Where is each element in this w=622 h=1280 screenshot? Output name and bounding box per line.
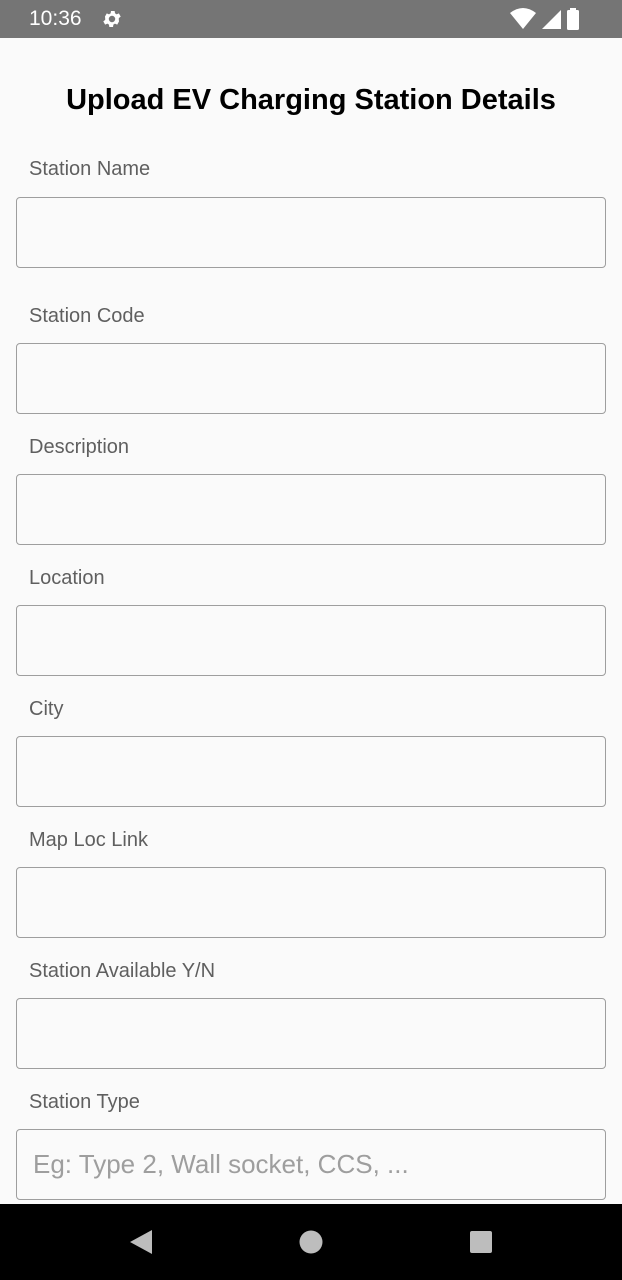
map-loc-link-input[interactable] xyxy=(16,867,606,938)
station-available-input[interactable] xyxy=(16,998,606,1069)
recents-button[interactable] xyxy=(441,1204,521,1280)
station-name-input[interactable] xyxy=(16,197,606,268)
station-code-label: Station Code xyxy=(29,305,145,327)
station-type-input[interactable] xyxy=(16,1129,606,1200)
city-label: City xyxy=(29,698,64,720)
station-available-label: Station Available Y/N xyxy=(29,960,216,982)
navigation-bar xyxy=(0,1204,622,1280)
location-label: Location xyxy=(29,567,105,589)
back-icon xyxy=(130,1230,152,1254)
page-title: Upload EV Charging Station Details xyxy=(66,84,556,116)
station-code-input[interactable] xyxy=(16,343,606,414)
description-label: Description xyxy=(29,436,130,458)
back-button[interactable] xyxy=(101,1204,181,1280)
gear-icon xyxy=(103,11,121,27)
station-type-label: Station Type xyxy=(29,1091,140,1113)
status-icons xyxy=(510,8,580,30)
map-loc-link-label: Map Loc Link xyxy=(29,829,148,851)
status-time: 10:36 xyxy=(29,7,82,30)
description-input[interactable] xyxy=(16,474,606,545)
station-name-label: Station Name xyxy=(29,158,151,180)
city-input[interactable] xyxy=(16,736,606,807)
location-input[interactable] xyxy=(16,605,606,676)
battery-icon xyxy=(567,8,579,30)
status-bar: 10:36 xyxy=(0,0,622,38)
recents-icon xyxy=(470,1231,492,1253)
cell-signal-icon xyxy=(542,10,561,29)
home-icon xyxy=(299,1230,323,1254)
wifi-icon xyxy=(510,8,536,29)
home-button[interactable] xyxy=(271,1204,351,1280)
